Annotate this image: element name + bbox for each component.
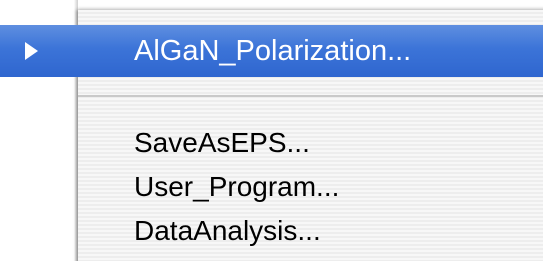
- menu-item-label: SaveAsEPS...: [134, 127, 310, 158]
- menu-item-user-program[interactable]: User_Program...: [78, 167, 543, 207]
- menu-item-label: User_Program...: [134, 171, 340, 202]
- menu-item-label: DataAnalysis...: [134, 215, 321, 246]
- submenu-arrow-icon: [25, 42, 38, 60]
- menu-item-algan-polarization[interactable]: AlGaN_Polarization...: [0, 25, 543, 77]
- menu-item-save-as-eps[interactable]: SaveAsEPS...: [78, 123, 543, 163]
- menu-item-data-analysis[interactable]: DataAnalysis...: [78, 211, 543, 251]
- menu-separator: [78, 95, 543, 97]
- menu-item-label: AlGaN_Polarization...: [134, 35, 412, 67]
